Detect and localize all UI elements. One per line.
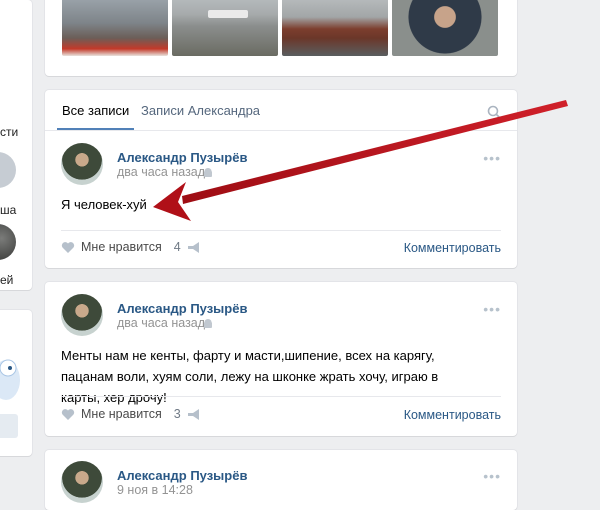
- photo-barges[interactable]: [282, 0, 388, 56]
- post-1-time[interactable]: два часа назад: [117, 165, 205, 179]
- post-3-author[interactable]: Александр Пузырёв: [117, 468, 247, 483]
- left-partial-label-2: ша: [0, 203, 17, 217]
- post-2-author[interactable]: Александр Пузырёв: [117, 301, 247, 316]
- photo-ferry-deck[interactable]: [62, 0, 168, 56]
- android-icon: [204, 319, 212, 328]
- post-1-like-button[interactable]: Мне нравится 4: [61, 240, 181, 254]
- photo-person-portrait[interactable]: [392, 0, 498, 56]
- left-widget-button[interactable]: [0, 414, 18, 438]
- tab-all-posts-label: Все записи: [62, 103, 130, 118]
- left-widget-card: [0, 310, 32, 456]
- post-1-avatar[interactable]: [61, 143, 103, 185]
- post-3-avatar[interactable]: [61, 461, 103, 503]
- post-2-more-button[interactable]: •••: [483, 301, 501, 317]
- post-2-divider: [61, 396, 501, 397]
- post-3-more-button[interactable]: •••: [483, 468, 501, 484]
- left-partial-label-1: сти: [0, 125, 19, 139]
- tab-all-posts[interactable]: Все записи: [57, 90, 135, 130]
- post-2-like-button[interactable]: Мне нравится 3: [61, 407, 181, 421]
- post-1-divider: [61, 230, 501, 231]
- left-profile-card-top: сти ша ей: [0, 0, 32, 290]
- post-1-like-count: 4: [173, 240, 181, 254]
- post-3-time[interactable]: 9 ноя в 14:28: [117, 483, 193, 497]
- post-2-card: Александр Пузырёв два часа назад ••• Мен…: [45, 282, 517, 436]
- post-1-text: Я человек-хуй: [61, 197, 147, 212]
- left-avatar-1[interactable]: [0, 152, 16, 188]
- post-1-comment-button[interactable]: Комментировать: [404, 241, 501, 255]
- wall-card: Все записи Записи Александра Александр П…: [45, 90, 517, 268]
- post-1-author[interactable]: Александр Пузырёв: [117, 150, 247, 165]
- post-2-comment-button[interactable]: Комментировать: [404, 408, 501, 422]
- post-2-like-label: Мне нравится: [81, 407, 162, 421]
- post-2-text: Менты нам не кенты, фарту и масти,шипени…: [61, 348, 439, 405]
- photo-boat-on-river[interactable]: [172, 0, 278, 56]
- photos-card: [45, 0, 517, 76]
- post-1-share-icon[interactable]: [187, 242, 201, 254]
- search-icon[interactable]: [487, 105, 501, 119]
- tabs-divider: [45, 130, 517, 131]
- left-avatar-2[interactable]: [0, 224, 16, 260]
- post-2-like-count: 3: [173, 407, 181, 421]
- heart-icon: [61, 408, 75, 420]
- post-1-more-button[interactable]: •••: [483, 150, 501, 166]
- tab-author-posts[interactable]: Записи Александра: [141, 103, 260, 118]
- post-2-time[interactable]: два часа назад: [117, 316, 205, 330]
- post-1-like-label: Мне нравится: [81, 240, 162, 254]
- post-2-share-icon[interactable]: [187, 409, 201, 421]
- tab-author-posts-label: Записи Александра: [141, 103, 261, 118]
- mascot-icon: [0, 359, 20, 400]
- left-partial-label-3: ей: [0, 273, 14, 287]
- post-3-card: Александр Пузырёв 9 ноя в 14:28 •••: [45, 450, 517, 510]
- post-2-avatar[interactable]: [61, 294, 103, 336]
- android-icon: [204, 168, 212, 177]
- heart-icon: [61, 241, 75, 253]
